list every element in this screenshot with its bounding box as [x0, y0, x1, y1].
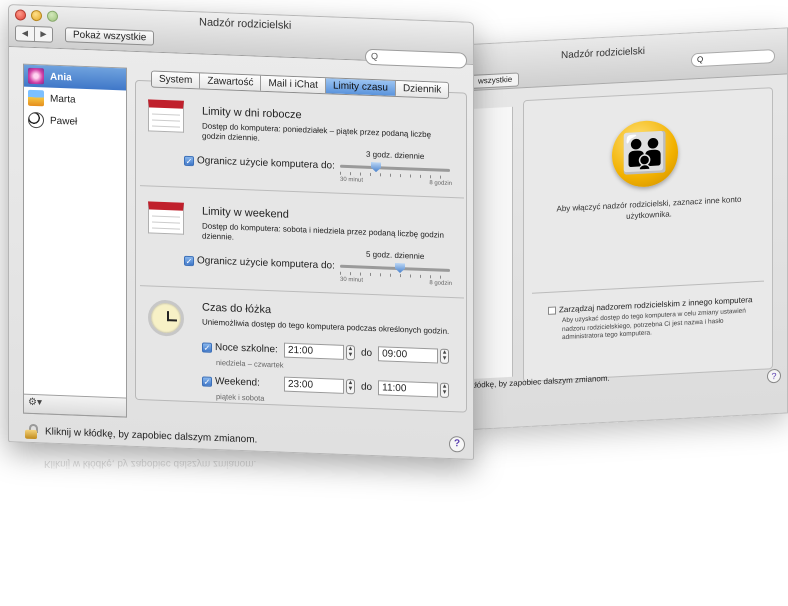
weekend-from-field[interactable]: 23:00 [284, 376, 344, 394]
weekday-limits-section: Limity w dni robocze Dostęp do komputera… [136, 95, 466, 198]
weekend-to-field[interactable]: 11:00 [378, 380, 439, 398]
checkmark-icon[interactable]: ✓ [202, 341, 212, 353]
time-limits-panel: Limity w dni robocze Dostęp do komputera… [135, 79, 467, 414]
search-field[interactable]: Q [365, 48, 467, 69]
checkmark-icon[interactable]: ✓ [184, 155, 194, 166]
sunset-avatar-icon [28, 89, 44, 107]
back-arrow-icon[interactable]: ◀ [16, 26, 34, 41]
back-show-all-button[interactable]: wszystkie [471, 72, 520, 89]
back-divider [532, 280, 764, 294]
weekday-hours-slider[interactable]: 3 godz. dziennie 30 minut 8 godzin [340, 150, 452, 187]
back-window-title: Nadzór rodzicielski [561, 45, 645, 62]
checkmark-icon[interactable]: ✓ [202, 375, 212, 387]
weekend-bedtime-days: piątek i sobota [216, 391, 265, 403]
gear-icon[interactable]: ⚙▾ [28, 397, 42, 409]
slider-max-label: 8 godzin [429, 180, 452, 188]
window-reflection: Kliknij w kłódkę, by zapobiec dalszym zm… [8, 446, 788, 606]
user-name: Marta [50, 93, 76, 106]
to-label: do [361, 381, 373, 393]
weekend-bedtime-checkbox[interactable]: ✓ Weekend: [202, 375, 284, 389]
clock-icon [148, 299, 184, 337]
calendar-icon [148, 201, 184, 235]
to-label: do [361, 347, 373, 359]
user-name: Paweł [50, 115, 78, 128]
lock-text: Kliknij w kłódkę, by zapobiec dalszym zm… [45, 426, 258, 446]
weekday-limit-label: Ogranicz użycie komputera do: [197, 155, 335, 172]
slider-max-label: 8 godzin [429, 280, 452, 288]
slider-min-label: 30 minut [340, 276, 364, 284]
slider-min-label: 30 minut [340, 176, 364, 184]
close-button[interactable] [15, 9, 26, 21]
school-nights-days: niedziela – czwartek [216, 357, 284, 370]
back-toolbar: Nadzór rodzicielski wszystkie Q [471, 28, 787, 91]
bedtime-section: Czas do łóżka Uniemożliwia dostęp do teg… [136, 291, 466, 414]
weekend-description: Dostęp do komputera: sobota i niedziela … [202, 221, 444, 242]
slider-track[interactable] [340, 164, 450, 172]
weekend-slider-value: 5 godz. dziennie [366, 249, 425, 261]
show-all-button[interactable]: Pokaż wszystkie [65, 27, 155, 46]
reflected-lock-text: Kliknij w kłódkę, by zapobiec dalszym zm… [44, 458, 257, 469]
weekend-limit-label: Ogranicz użycie komputera do: [197, 255, 335, 272]
weekday-slider-value: 3 godz. dziennie [366, 149, 425, 161]
school-nights-label: Noce szkolne: [215, 341, 278, 356]
lock-icon[interactable] [25, 423, 39, 440]
back-help-button[interactable]: ? [767, 368, 781, 384]
user-list: Ania Marta Paweł [23, 63, 127, 418]
weekday-title: Limity w dni robocze [202, 105, 302, 122]
background-window: Nadzór rodzicielski wszystkie Q 👪 Aby wł… [470, 27, 788, 431]
tab-time-limits[interactable]: Limity czasu [324, 78, 395, 96]
checkmark-icon[interactable]: ✓ [184, 255, 194, 266]
weekend-hours-slider[interactable]: 5 godz. dziennie 30 minut 8 godzin [340, 250, 452, 287]
bedtime-title: Czas do łóżka [202, 301, 272, 317]
minimize-button[interactable] [31, 9, 42, 22]
user-name: Ania [50, 71, 72, 83]
stepper-icon[interactable]: ▲ ▼ [440, 382, 450, 398]
soccer-ball-avatar-icon [28, 111, 44, 129]
search-icon: Q [371, 50, 379, 62]
tab-mail-ichat[interactable]: Mail i iChat [260, 75, 325, 94]
sidebar-action-bar: ⚙▾ [23, 393, 127, 418]
weekend-limits-section: Limity w weekend Dostęp do komputera: so… [136, 193, 466, 296]
search-icon: Q [697, 54, 704, 65]
slider-knob[interactable] [395, 263, 405, 273]
weekend-title: Limity w weekend [202, 205, 289, 221]
stepper-icon[interactable]: ▲ ▼ [440, 348, 450, 364]
forward-arrow-icon[interactable]: ▶ [34, 26, 52, 42]
flower-avatar-icon [28, 67, 44, 85]
tab-system[interactable]: System [152, 71, 200, 89]
window-title: Nadzór rodzicielski [199, 16, 292, 32]
zoom-button[interactable] [47, 10, 58, 22]
back-content-panel: 👪 Aby włączyć nadzór rodzicielski, zazna… [523, 87, 773, 383]
parental-controls-icon: 👪 [612, 119, 678, 189]
slider-knob[interactable] [371, 162, 381, 172]
school-nights-from-field[interactable]: 21:00 [284, 342, 344, 360]
traffic-lights [15, 9, 58, 22]
tab-log[interactable]: Dziennik [394, 80, 449, 98]
select-account-message: Aby włączyć nadzór rodzicielski, zaznacz… [556, 194, 742, 221]
school-nights-to-field[interactable]: 09:00 [378, 346, 439, 364]
nav-buttons: ◀ ▶ [15, 25, 53, 43]
weekend-limit-checkbox[interactable]: ✓ Ogranicz użycie komputera do: [184, 255, 335, 272]
user-item-pawel[interactable]: Paweł [24, 109, 126, 135]
weekday-description: Dostęp do komputera: poniedziałek – piąt… [202, 121, 432, 143]
school-nights-checkbox[interactable]: ✓ Noce szkolne: [202, 341, 284, 355]
back-search-field[interactable]: Q [691, 49, 775, 68]
tab-content[interactable]: Zawartość [199, 73, 261, 91]
parental-controls-window: Nadzór rodzicielski ◀ ▶ Pokaż wszystkie … [8, 4, 474, 460]
stepper-icon[interactable]: ▲ ▼ [346, 344, 355, 361]
bedtime-description: Uniemożliwia dostęp do tego komputera po… [202, 317, 450, 336]
stepper-icon[interactable]: ▲ ▼ [346, 378, 355, 395]
checkbox-box[interactable] [548, 306, 556, 315]
back-user-list [471, 106, 513, 379]
calendar-icon [148, 99, 184, 133]
weekend-bedtime-label: Weekend: [215, 375, 260, 389]
weekday-limit-checkbox[interactable]: ✓ Ogranicz użycie komputera do: [184, 155, 335, 172]
